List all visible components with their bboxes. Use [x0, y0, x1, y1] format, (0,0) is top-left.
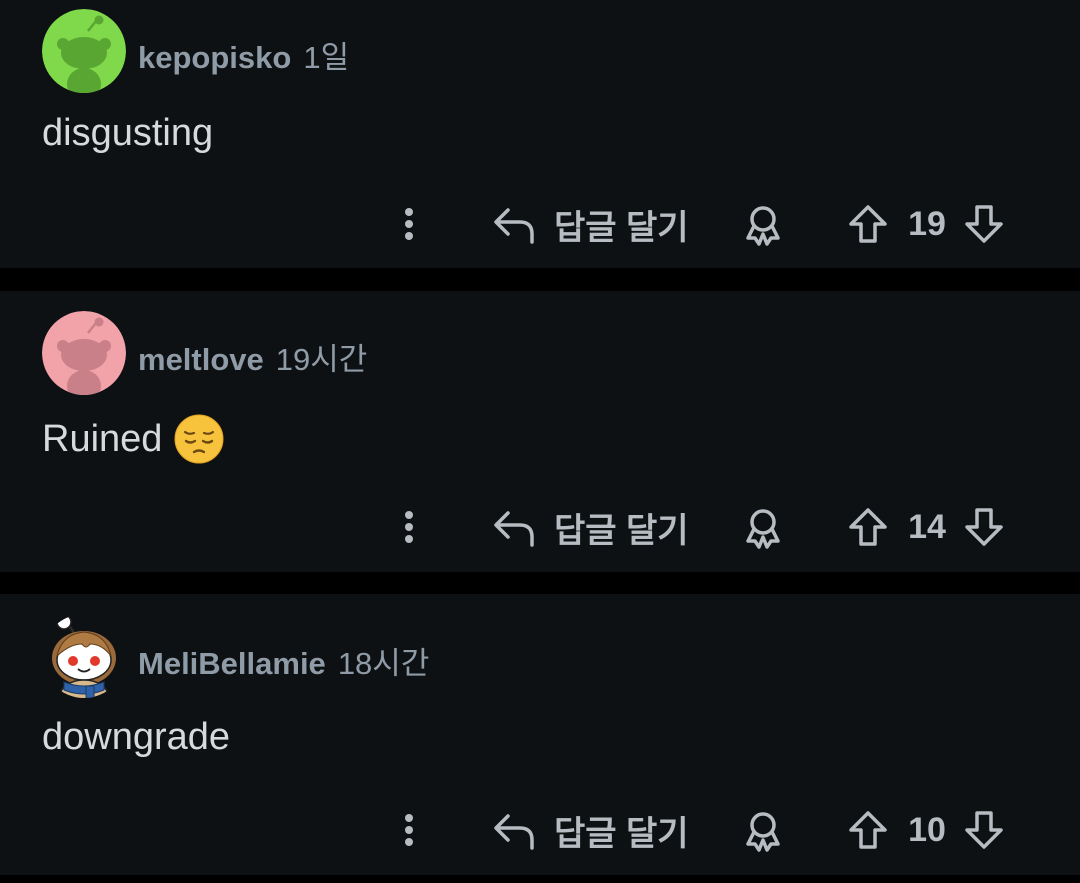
- more-vertical-icon: [405, 208, 413, 240]
- username[interactable]: meltlove: [138, 342, 264, 378]
- award-icon: [746, 812, 780, 852]
- award-button[interactable]: [740, 505, 786, 551]
- comment-meta: kepopisko 1일: [138, 32, 349, 77]
- comment-body: Ruined: [42, 414, 224, 464]
- reply-arrow-icon: [494, 511, 534, 547]
- downvote-arrow-icon: [965, 508, 1003, 546]
- vote-score: 19: [908, 205, 946, 243]
- upvote-arrow-icon: [849, 205, 887, 243]
- custom-snoo-avatar-icon: [42, 614, 126, 698]
- upvote-arrow-icon: [849, 508, 887, 546]
- upvote-button[interactable]: [846, 202, 890, 246]
- downvote-arrow-icon: [965, 205, 1003, 243]
- reply-button[interactable]: 답글 달기: [492, 805, 689, 855]
- snoo-avatar-icon: [42, 9, 126, 93]
- avatar[interactable]: [42, 9, 126, 93]
- pensive-face-emoji-icon: [174, 414, 224, 464]
- comment-body: disgusting: [42, 112, 213, 155]
- upvote-button[interactable]: [846, 505, 890, 549]
- more-vertical-icon: [405, 814, 413, 846]
- downvote-arrow-icon: [965, 811, 1003, 849]
- downvote-button[interactable]: [962, 202, 1006, 246]
- comment-meta: meltlove 19시간: [138, 334, 367, 379]
- more-options-button[interactable]: [395, 810, 423, 850]
- more-vertical-icon: [405, 511, 413, 543]
- downvote-button[interactable]: [962, 808, 1006, 852]
- comment-actions: 답글 달기 14: [0, 502, 1080, 552]
- downvote-button[interactable]: [962, 505, 1006, 549]
- reply-arrow-icon: [494, 814, 534, 850]
- reply-button[interactable]: 답글 달기: [492, 502, 689, 552]
- reply-arrow-icon: [494, 208, 534, 244]
- vote-score: 10: [908, 811, 946, 849]
- vote-score: 14: [908, 508, 946, 546]
- comment: meltlove 19시간 Ruined 답글 달기 14: [0, 291, 1080, 572]
- comment-actions: 답글 달기 19: [0, 199, 1080, 249]
- award-icon: [746, 509, 780, 549]
- award-button[interactable]: [740, 202, 786, 248]
- more-options-button[interactable]: [395, 204, 423, 244]
- comment-feed: kepopisko 1일 disgusting 답글 달기 19 meltlov…: [0, 0, 1080, 883]
- avatar[interactable]: [42, 311, 126, 395]
- more-options-button[interactable]: [395, 507, 423, 547]
- reply-button[interactable]: 답글 달기: [492, 199, 689, 249]
- reply-label: 답글 달기: [554, 511, 689, 550]
- snoo-avatar-icon: [42, 311, 126, 395]
- comment-text: downgrade: [42, 716, 231, 758]
- comment: kepopisko 1일 disgusting 답글 달기 19: [0, 0, 1080, 268]
- comment-actions: 답글 달기 10: [0, 805, 1080, 855]
- comment-meta: MeliBellamie 18시간: [138, 638, 429, 683]
- comment: MeliBellamie 18시간 downgrade 답글 달기 10: [0, 594, 1080, 875]
- award-icon: [746, 206, 780, 246]
- username[interactable]: kepopisko: [138, 40, 291, 76]
- comment-text: disgusting: [42, 112, 214, 154]
- upvote-button[interactable]: [846, 808, 890, 852]
- award-button[interactable]: [740, 808, 786, 854]
- timestamp: 1일: [303, 40, 350, 75]
- username[interactable]: MeliBellamie: [138, 646, 326, 682]
- reply-label: 답글 달기: [554, 208, 689, 247]
- upvote-arrow-icon: [849, 811, 887, 849]
- timestamp: 18시간: [337, 646, 430, 681]
- avatar[interactable]: [42, 614, 126, 698]
- timestamp: 19시간: [275, 342, 368, 377]
- comment-text: Ruined: [42, 417, 163, 460]
- comment-body: downgrade: [42, 716, 230, 759]
- reply-label: 답글 달기: [554, 814, 689, 853]
